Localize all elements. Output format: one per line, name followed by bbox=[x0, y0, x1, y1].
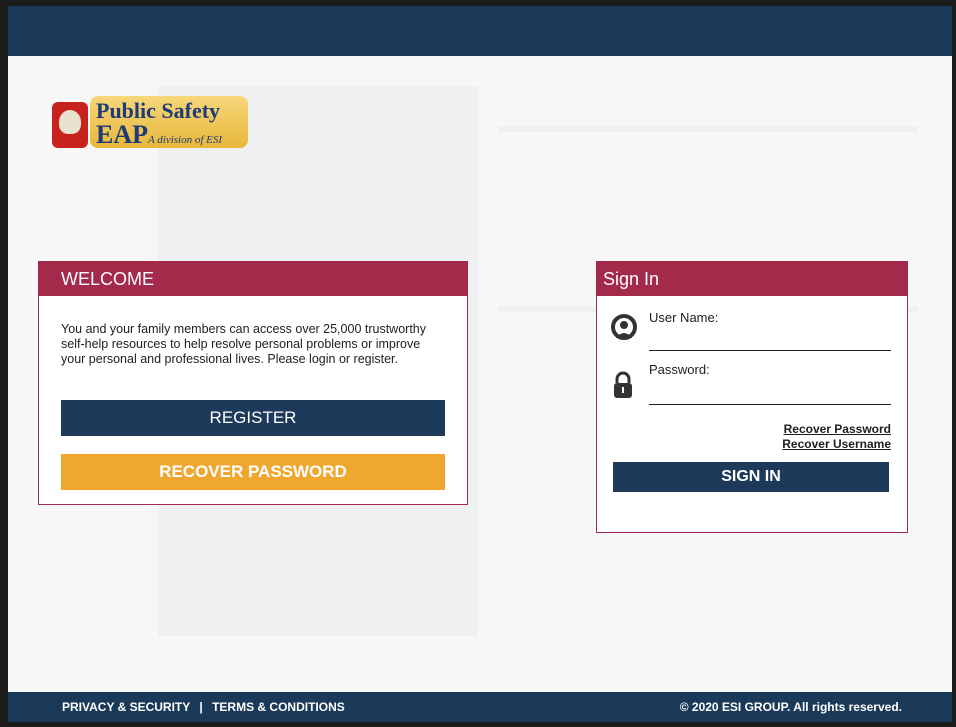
user-icon bbox=[611, 314, 637, 349]
sign-in-button[interactable]: SIGN IN bbox=[613, 462, 889, 492]
background-line bbox=[498, 126, 918, 132]
username-input[interactable] bbox=[649, 330, 891, 351]
logo-tagline: A division of ESI bbox=[148, 134, 223, 146]
privacy-security-link[interactable]: PRIVACY & SECURITY bbox=[62, 700, 190, 714]
welcome-heading: WELCOME bbox=[39, 262, 467, 296]
sign-in-heading: Sign In bbox=[597, 262, 907, 296]
recover-password-link[interactable]: Recover Password bbox=[784, 422, 891, 436]
password-input[interactable] bbox=[649, 384, 891, 405]
register-button[interactable]: REGISTER bbox=[61, 400, 445, 436]
welcome-description: You and your family members can access o… bbox=[61, 322, 426, 366]
page-frame: Public Safety EAP A division of ESI WELC… bbox=[8, 6, 952, 722]
top-banner bbox=[8, 6, 952, 56]
welcome-panel: WELCOME You and your family members can … bbox=[38, 261, 468, 505]
password-label: Password: bbox=[649, 362, 710, 377]
lock-icon bbox=[611, 370, 635, 405]
footer-separator: | bbox=[199, 700, 203, 714]
logo-subtitle: EAP bbox=[96, 120, 148, 149]
footer-links: PRIVACY & SECURITY | TERMS & CONDITIONS bbox=[62, 700, 345, 714]
recover-username-link[interactable]: Recover Username bbox=[782, 437, 891, 451]
copyright-text: © 2020 ESI GROUP. All rights reserved. bbox=[679, 700, 902, 714]
recover-password-button[interactable]: RECOVER PASSWORD bbox=[61, 454, 445, 490]
footer: PRIVACY & SECURITY | TERMS & CONDITIONS … bbox=[8, 692, 952, 722]
terms-conditions-link[interactable]: TERMS & CONDITIONS bbox=[212, 700, 345, 714]
badge-icon bbox=[52, 102, 88, 148]
sign-in-panel: Sign In User Name: Password: Recover Pas… bbox=[596, 261, 908, 533]
public-safety-eap-logo: Public Safety EAP A division of ESI bbox=[50, 94, 260, 158]
username-label: User Name: bbox=[649, 310, 719, 325]
